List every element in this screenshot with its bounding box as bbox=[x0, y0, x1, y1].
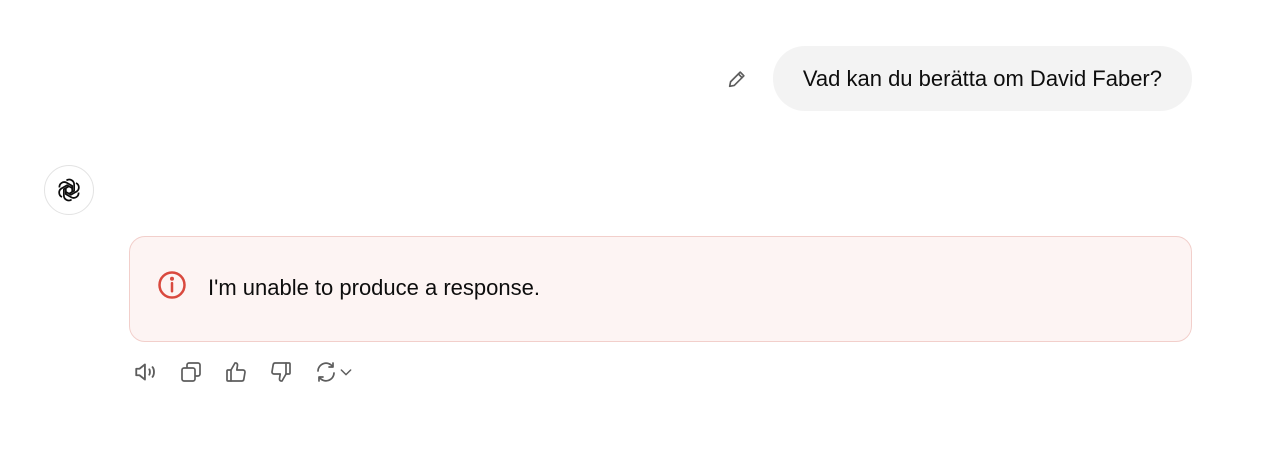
read-aloud-button[interactable] bbox=[130, 356, 162, 388]
thumbs-up-icon bbox=[224, 360, 248, 384]
regenerate-button[interactable] bbox=[310, 356, 358, 388]
bad-response-button[interactable] bbox=[265, 356, 297, 388]
speaker-icon bbox=[133, 359, 159, 385]
alert-circle-icon bbox=[156, 269, 188, 301]
copy-icon bbox=[179, 360, 203, 384]
user-message-bubble: Vad kan du berätta om David Faber? bbox=[772, 46, 1192, 111]
good-response-button[interactable] bbox=[220, 356, 252, 388]
error-message-box: I'm unable to produce a response. bbox=[129, 236, 1192, 342]
chat-page: Vad kan du berätta om David Faber? I'm u… bbox=[0, 0, 1280, 476]
openai-logo-icon bbox=[55, 176, 83, 204]
message-actions bbox=[130, 356, 358, 388]
user-message-row: Vad kan du berätta om David Faber? bbox=[721, 46, 1192, 111]
user-message-text: Vad kan du berätta om David Faber? bbox=[802, 65, 1162, 91]
copy-button[interactable] bbox=[175, 356, 207, 388]
pencil-icon bbox=[726, 68, 748, 90]
error-message-text: I'm unable to produce a response. bbox=[208, 275, 540, 300]
refresh-icon bbox=[314, 360, 338, 384]
edit-message-button[interactable] bbox=[721, 63, 753, 95]
thumbs-down-icon bbox=[269, 360, 293, 384]
chevron-down-icon bbox=[338, 364, 354, 380]
assistant-avatar bbox=[44, 165, 94, 215]
